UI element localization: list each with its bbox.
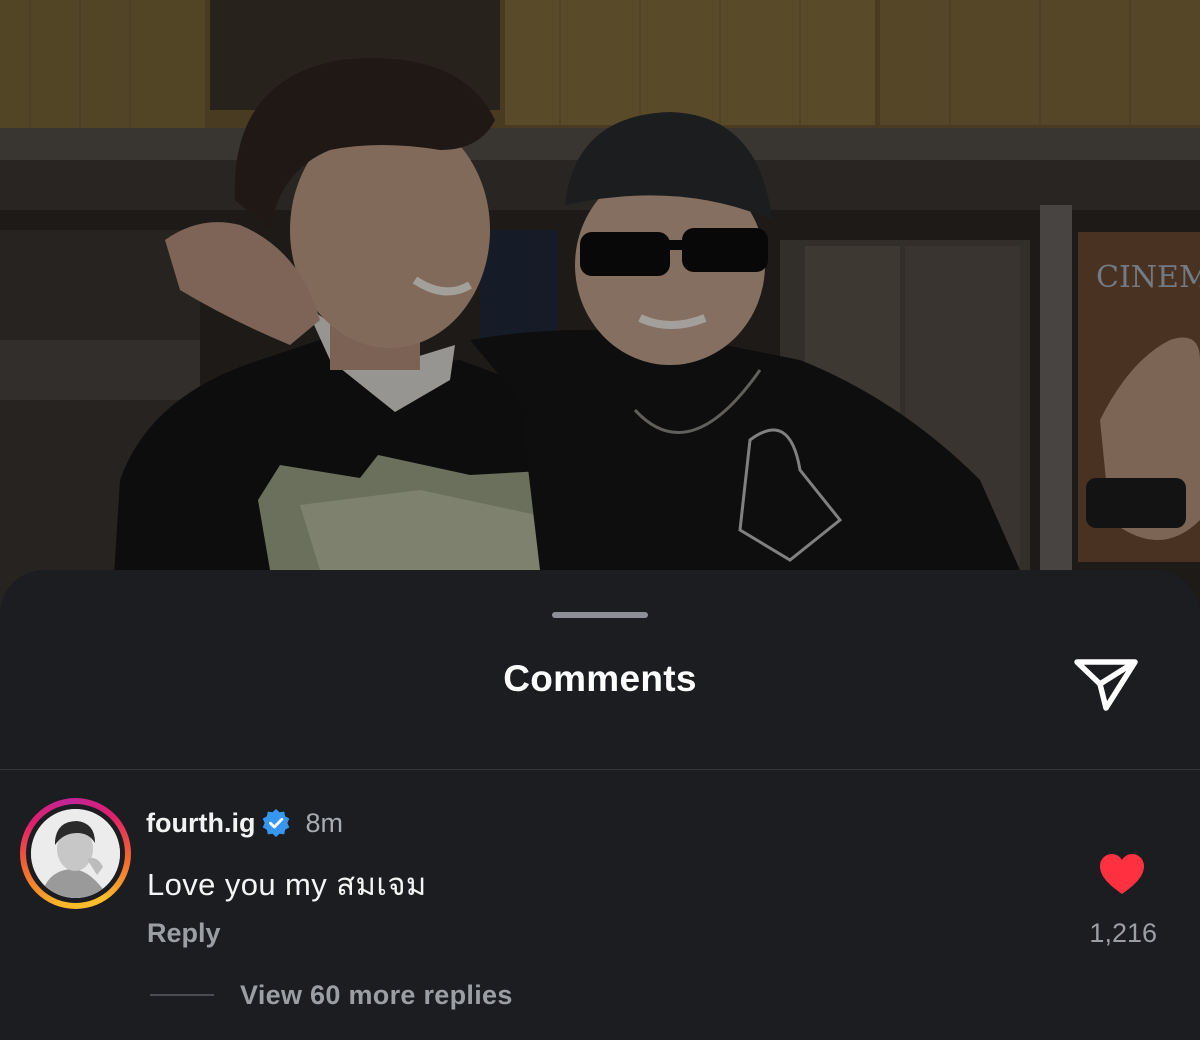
sheet-drag-handle[interactable] xyxy=(552,612,648,618)
verified-badge-icon xyxy=(263,809,290,837)
comment-header: fourth.ig 8m xyxy=(146,806,343,840)
comment-text: Love you my สมเจม xyxy=(147,867,427,902)
replies-thread-line xyxy=(150,994,214,996)
view-more-replies-button[interactable]: View 60 more replies xyxy=(240,980,513,1011)
like-button[interactable] xyxy=(1098,852,1146,896)
comment-username[interactable]: fourth.ig xyxy=(146,808,255,839)
reply-button[interactable]: Reply xyxy=(147,918,221,949)
comment-timestamp: 8m xyxy=(305,807,343,838)
share-button[interactable] xyxy=(1072,650,1142,712)
avatar-photo xyxy=(31,809,120,898)
heart-filled-icon xyxy=(1100,854,1144,894)
post-photo-background: CINEM xyxy=(0,0,1200,640)
like-count: 1,216 xyxy=(1089,918,1157,948)
photo-illustration: CINEM xyxy=(0,0,1200,640)
paper-plane-icon xyxy=(1074,659,1138,711)
header-divider xyxy=(0,769,1200,770)
comments-title: Comments xyxy=(503,658,697,699)
comments-sheet: Comments fourth.ig 8m Love you my สมเจม … xyxy=(0,570,1200,1040)
commenter-avatar[interactable] xyxy=(20,798,131,909)
avatar-portrait-image xyxy=(31,809,120,898)
